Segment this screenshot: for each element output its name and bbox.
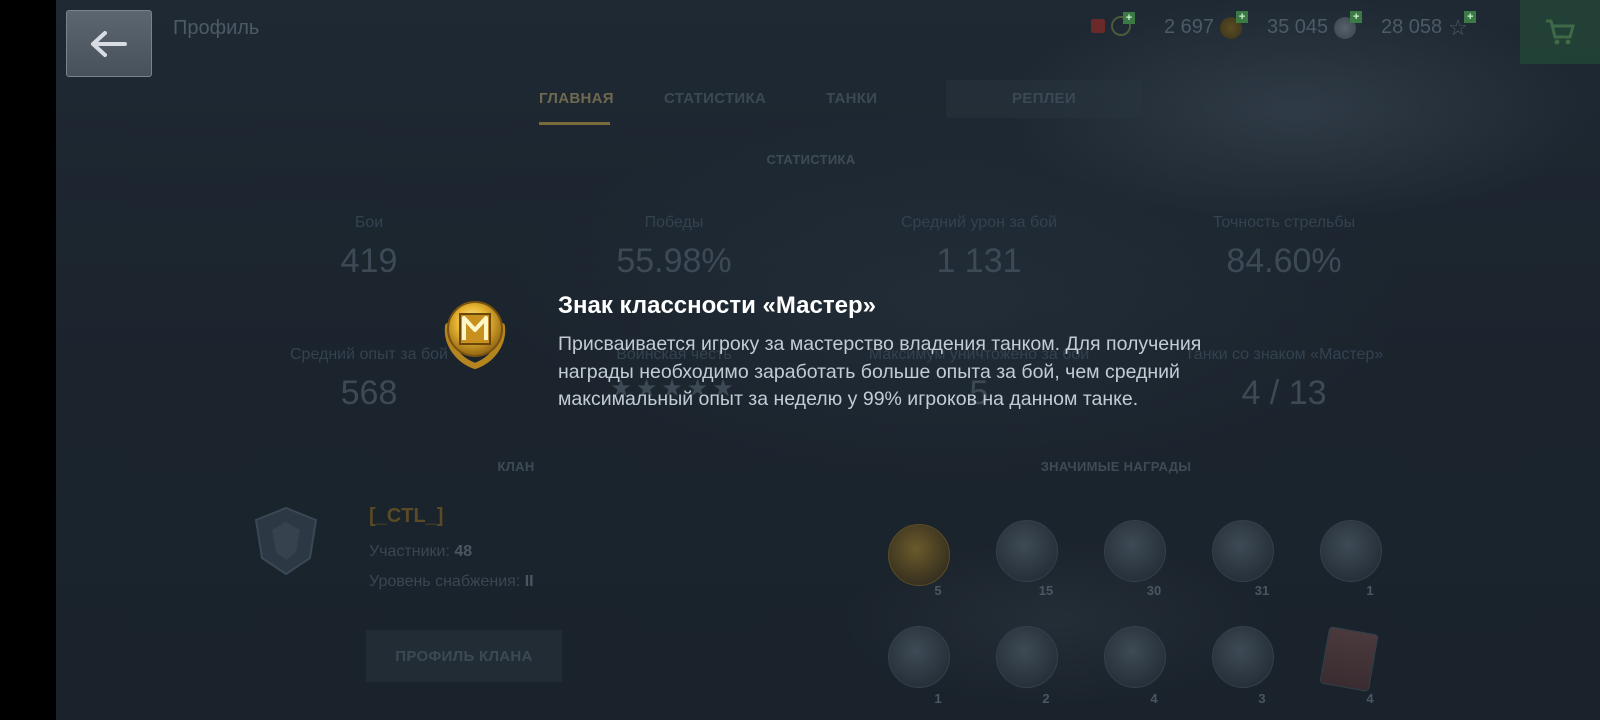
active-tab-indicator bbox=[539, 122, 610, 125]
tab-main[interactable]: ГЛАВНАЯ bbox=[539, 90, 614, 107]
awards-heading: ЗНАЧИМЫЕ НАГРАДЫ bbox=[1040, 459, 1192, 474]
page-title: Профиль bbox=[173, 17, 260, 39]
clan-name[interactable]: [_CTL_] bbox=[369, 505, 443, 528]
mastery-badge-icon bbox=[444, 301, 506, 370]
tooltip-description: Присваивается игроку за мастерство владе… bbox=[558, 333, 1202, 410]
award-count: 1 bbox=[1366, 583, 1374, 598]
stat-value: 55.98% bbox=[616, 242, 732, 280]
stats-heading: СТАТИСТИКА bbox=[766, 152, 856, 167]
resource-free-xp[interactable]: 2 697 + bbox=[1164, 10, 1249, 39]
clan-members: Участники: 48 bbox=[369, 543, 472, 561]
arrow-left-icon bbox=[91, 30, 127, 57]
target-icon: + bbox=[1111, 12, 1135, 36]
resource-xp[interactable]: 28 058 ☆ + bbox=[1381, 10, 1477, 39]
medal-icon[interactable] bbox=[996, 520, 1058, 582]
tab-replays[interactable]: РЕПЛЕИ bbox=[1012, 90, 1076, 107]
award-count: 31 bbox=[1254, 583, 1270, 598]
medal-icon[interactable] bbox=[1104, 520, 1166, 582]
stat-value: 568 bbox=[340, 374, 398, 412]
clan-profile-button[interactable]: ПРОФИЛЬ КЛАНА bbox=[366, 630, 562, 682]
stat-label: Точность стрельбы bbox=[1212, 214, 1356, 231]
plus-icon: + bbox=[1464, 10, 1477, 23]
resource-value: 28 058 bbox=[1381, 16, 1443, 38]
clan-supply-value: II bbox=[524, 573, 534, 590]
resource-silver[interactable]: 35 045 + bbox=[1267, 10, 1363, 39]
plus-icon: + bbox=[1350, 10, 1363, 23]
medal-icon[interactable] bbox=[1320, 520, 1382, 582]
stat-value: 419 bbox=[340, 242, 398, 280]
silver-icon: + bbox=[1334, 10, 1363, 39]
resource-value: 35 045 bbox=[1267, 16, 1329, 38]
stat-accuracy: Точность стрельбы 84.60% bbox=[1134, 214, 1434, 281]
stat-battles: Бои 419 bbox=[219, 214, 519, 281]
shop-button[interactable] bbox=[1520, 0, 1600, 64]
award-count: 4 bbox=[1366, 691, 1374, 706]
clan-members-label: Участники: bbox=[369, 543, 450, 560]
award-count: 5 bbox=[934, 583, 942, 598]
stat-value: 1 131 bbox=[936, 242, 1022, 280]
back-button[interactable] bbox=[66, 10, 152, 77]
clan-members-value: 48 bbox=[454, 543, 473, 560]
award-count: 1 bbox=[934, 691, 942, 706]
award-count: 4 bbox=[1150, 691, 1158, 706]
award-count: 3 bbox=[1258, 691, 1266, 706]
tab-tanks[interactable]: ТАНКИ bbox=[826, 90, 877, 107]
stat-avg-damage: Средний урон за бой 1 131 bbox=[829, 214, 1129, 281]
medal-icon[interactable] bbox=[1212, 520, 1274, 582]
gift-icon bbox=[1091, 19, 1105, 33]
stat-label: Победы bbox=[644, 214, 704, 231]
tab-statistics[interactable]: СТАТИСТИКА bbox=[664, 90, 766, 107]
medal-icon[interactable] bbox=[888, 626, 950, 688]
award-count: 15 bbox=[1038, 583, 1054, 598]
free-xp-icon: + bbox=[1220, 10, 1249, 39]
medal-icon[interactable] bbox=[996, 626, 1058, 688]
plus-icon: + bbox=[1236, 10, 1249, 23]
medal-icon[interactable] bbox=[1104, 626, 1166, 688]
award-count: 2 bbox=[1042, 691, 1050, 706]
medal-icon[interactable] bbox=[1212, 626, 1274, 688]
award-count: 30 bbox=[1146, 583, 1162, 598]
stat-label: Средний урон за бой bbox=[900, 214, 1058, 231]
stat-value: 84.60% bbox=[1226, 242, 1342, 280]
tooltip-title: Знак классности «Мастер» bbox=[558, 292, 876, 319]
resource-value: 2 697 bbox=[1164, 16, 1215, 38]
clan-heading: КЛАН bbox=[497, 459, 535, 474]
stat-wins: Победы 55.98% bbox=[524, 214, 824, 281]
xp-star-icon: ☆ + bbox=[1448, 10, 1477, 39]
premium-indicator[interactable]: + bbox=[1091, 12, 1135, 36]
card-medal-icon[interactable] bbox=[1319, 626, 1379, 692]
stat-label: Бои bbox=[354, 214, 384, 231]
plus-icon: + bbox=[1123, 12, 1135, 24]
clan-emblem-icon bbox=[254, 506, 318, 576]
clan-supply: Уровень снабжения: II bbox=[369, 573, 534, 591]
game-screen: Профиль + 2 697 + 35 045 + 28 058 ☆ + ГЛ… bbox=[56, 0, 1600, 720]
cart-icon bbox=[1546, 19, 1575, 45]
mastery-badge-icon[interactable] bbox=[888, 524, 950, 586]
clan-supply-label: Уровень снабжения: bbox=[369, 573, 521, 590]
